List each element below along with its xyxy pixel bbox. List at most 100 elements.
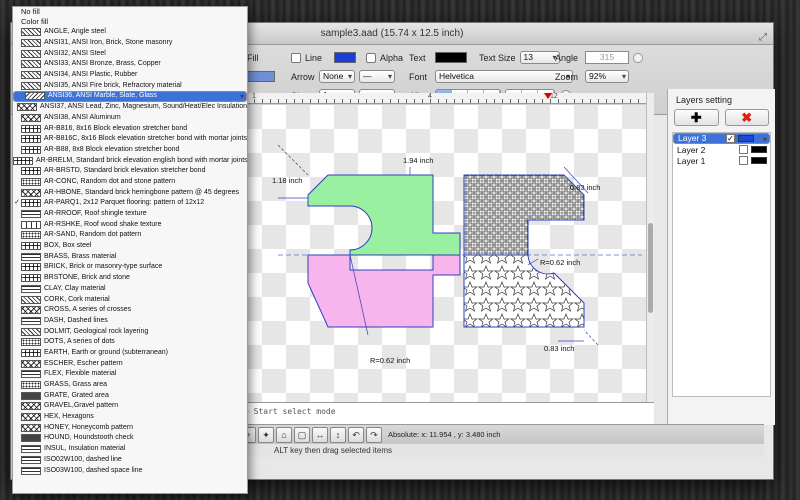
alpha-checkbox[interactable] [366,52,377,63]
menu-item-label: AR-PARQ1, 2x12 Parquet flooring: pattern… [44,199,205,207]
menu-item-pattern[interactable]: DOLMIT, Geological rock layering [13,326,247,337]
zoom-select[interactable]: 92% [585,70,629,83]
text-color-swatch[interactable] [435,52,467,63]
angle-label: Angle [555,52,579,63]
drawing-canvas[interactable]: 1.94 inch 1.18 inch 0.83 inch R=0.62 inc… [238,105,646,402]
menu-item-pattern[interactable]: GRATE, Grated area [13,390,247,401]
pattern-swatch-icon [20,135,41,144]
arrow-style-select[interactable]: — [359,70,395,83]
layer-color-swatch[interactable] [751,146,767,153]
delete-layer-button[interactable]: ✖ [724,109,769,126]
tool-button[interactable]: ↷ [366,426,382,443]
menu-item-pattern[interactable]: DASH, Dashed lines [13,316,247,327]
menu-item-label: BRSTONE, Brick and stone [44,274,130,282]
menu-item-label: GRAVEL,Gravel pattern [44,402,119,410]
menu-item-pattern[interactable]: ANSI34, ANSI Plastic, Rubber [13,70,247,81]
angle-stepper-icon[interactable] [633,52,643,63]
menu-item-pattern[interactable]: AR-B816C, 8x16 Block elevation stretcher… [13,134,247,145]
arrow-select[interactable]: None [319,70,355,83]
pattern-swatch-icon [21,455,41,464]
tool-button[interactable]: ↶ [348,426,364,443]
layer-visible-checkbox[interactable] [739,156,748,165]
tool-button[interactable]: ↔ [312,426,328,443]
menu-item-label: ISO03W100, dashed space line [44,466,143,474]
menu-item-pattern[interactable]: AR-RROOF, Roof shingle texture [13,209,247,220]
angle-field[interactable]: 315 [585,51,629,64]
pattern-swatch-icon [21,295,41,304]
menu-item-pattern[interactable]: ANSI38, ANSI Aluminum [13,113,247,124]
ruler-position-marker[interactable] [544,93,552,99]
menu-item-pattern[interactable]: DOTS, A series of dots [13,337,247,348]
fill-pattern-menu: No fill Color fill ANGLE, Angle steel ANS… [12,6,248,494]
vertical-scrollbar[interactable] [646,93,654,402]
menu-item-pattern[interactable]: CROSS, A series of crosses [13,305,247,316]
layers-panel: Layers setting ✚ ✖ Layer 3 ✓ Layer 2Layer … [667,89,775,425]
tool-button[interactable]: ↕ [330,426,346,443]
menu-item-pattern[interactable]: AR-B816, 8x16 Block elevation stretcher … [13,123,247,134]
menu-item-pattern[interactable]: FLEX, Flexible material [13,369,247,380]
menu-item-pattern[interactable]: BOX, Box steel [13,241,247,252]
menu-item-pattern[interactable]: ESCHER, Escher pattern [13,358,247,369]
menu-item-pattern[interactable]: GRASS, Grass area [13,380,247,391]
pattern-swatch-icon [21,348,41,357]
tool-button[interactable]: ⌂ [276,426,292,443]
menu-item-color-fill[interactable]: Color fill [13,17,247,27]
menu-item-pattern[interactable]: ANSI35, ANSI Fire brick, Refractory mate… [13,80,247,91]
menu-item-pattern[interactable]: BRICK, Brick or masonry-type surface [13,262,247,273]
menu-item-pattern[interactable]: BRSTONE, Brick and stone [13,273,247,284]
tool-button[interactable]: ✦ [258,426,274,443]
menu-item-pattern[interactable]: AR-SAND, Random dot pattern [13,230,247,241]
layer-color-swatch[interactable] [751,157,767,164]
menu-item-pattern[interactable]: AR-BRSTD, Standard brick elevation stret… [13,166,247,177]
menu-item-pattern[interactable]: EARTH, Earth or ground (subterranean) [13,348,247,359]
menu-item-pattern[interactable]: AR-CONC, Random dot and stone pattern [13,177,247,188]
menu-item-label: CROSS, A series of crosses [44,306,132,314]
menu-item-pattern[interactable]: AR-RSHKE, Roof wood shake texture [13,219,247,230]
status-bar: ALT key then drag selected items [238,444,764,457]
tool-button[interactable]: ▢ [294,426,310,443]
menu-item-pattern[interactable]: CORK, Cork material [13,294,247,305]
pattern-swatch-icon [21,359,41,368]
menu-item-pattern[interactable]: AR-BRELM, Standard brick elevation engli… [13,155,247,166]
pattern-swatch-icon [21,145,41,154]
menu-item-pattern[interactable]: AR-B88, 8x8 Block elevation stretcher bo… [13,145,247,156]
pattern-swatch-icon [21,199,41,208]
pattern-swatch-icon [21,391,41,400]
menu-item-pattern[interactable]: BRASS, Brass material [13,251,247,262]
fill-color-swatch[interactable] [247,71,275,82]
menu-item-pattern[interactable]: ANSI33, ANSI Bronze, Brass, Copper [13,59,247,70]
menu-item-pattern[interactable]: ✓ AR-PARQ1, 2x12 Parquet flooring: patter… [13,198,247,209]
menu-item-pattern[interactable]: ANSI37, ANSI Lead, Zinc, Magnesium, Soun… [13,102,247,113]
menu-item-pattern[interactable]: GRAVEL,Gravel pattern [13,401,247,412]
menu-item-pattern[interactable]: HEX, Hexagons [13,412,247,423]
menu-item-pattern[interactable]: ANSI31, ANSI Iron, Brick, Stone masonry [13,38,247,49]
font-select[interactable]: Helvetica [435,70,573,83]
dim-left-label: 1.18 inch [272,176,302,185]
layer-visible-checkbox[interactable]: ✓ [726,134,735,143]
layer-visible-checkbox[interactable] [739,145,748,154]
pattern-swatch-icon [25,92,45,101]
menu-item-pattern[interactable]: ANSI36, ANSI Marble, Slate, Glass [13,91,247,102]
pattern-swatch-icon [21,413,41,422]
line-checkbox[interactable] [291,52,301,63]
scrollbar-thumb[interactable] [648,223,653,313]
menu-item-pattern[interactable]: HOUND, Houndstooth check [13,433,247,444]
menu-item-pattern[interactable]: ISO03W100, dashed space line [13,465,247,476]
line-color-swatch[interactable] [334,52,357,63]
add-layer-button[interactable]: ✚ [674,109,719,126]
layer-color-swatch[interactable] [738,135,754,142]
menu-item-pattern[interactable]: ANSI32, ANSI Steel [13,48,247,59]
fill-group: Fill [247,49,275,87]
menu-item-label: HOUND, Houndstooth check [44,434,134,442]
layer-row[interactable]: Layer 2 [673,144,770,155]
menu-item-pattern[interactable]: CLAY, Clay material [13,284,247,295]
text-size-select[interactable]: 13 [519,51,560,64]
menu-item-pattern[interactable]: INSUL, Insulation material [13,444,247,455]
layer-row[interactable]: Layer 1 [673,155,770,166]
menu-item-pattern[interactable]: HONEY, Honeycomb pattern [13,422,247,433]
layer-row[interactable]: Layer 3 ✓ [673,133,770,145]
menu-item-no-fill[interactable]: No fill [13,7,247,17]
menu-item-pattern[interactable]: ANGLE, Angle steel [13,27,247,38]
menu-item-pattern[interactable]: ISO02W100, dashed line [13,455,247,466]
menu-item-pattern[interactable]: AR-HBONE, Standard brick herringbone pat… [13,187,247,198]
